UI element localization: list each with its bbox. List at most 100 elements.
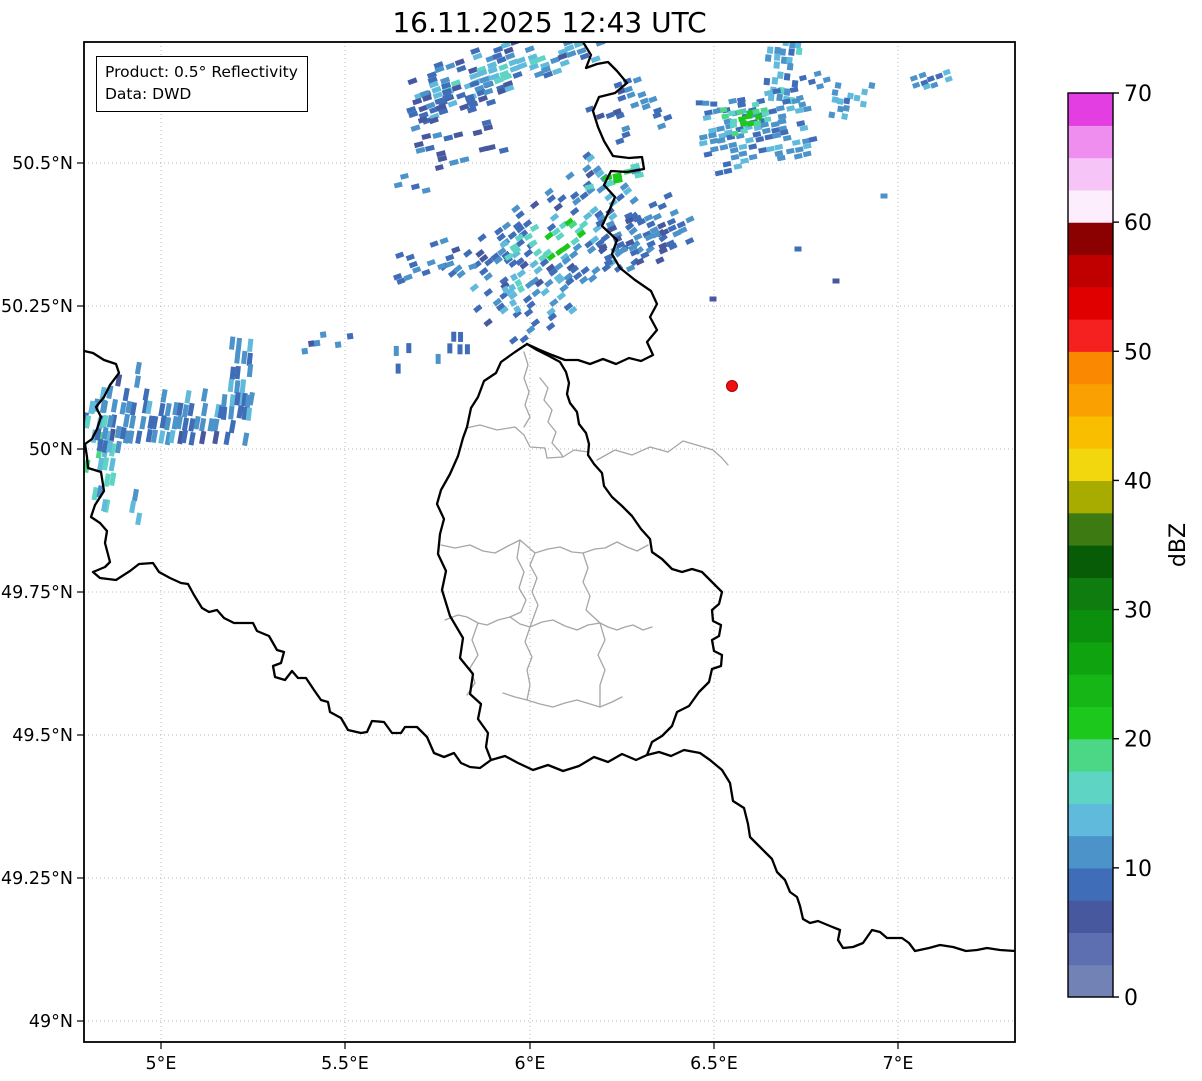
radar-echo-bin	[242, 432, 249, 446]
radar-echo-bin	[435, 164, 444, 171]
radar-echo-bin	[189, 432, 196, 446]
colorbar-ticks: 010203040506070	[1113, 82, 1152, 1011]
radar-echo-bin	[484, 288, 493, 297]
radar-echo-bin	[449, 159, 459, 166]
radar-echo-bin	[633, 76, 642, 83]
radar-echo-bin	[560, 59, 570, 67]
colorbar-segment	[1068, 190, 1113, 223]
radar-echo-bin	[109, 458, 116, 472]
radar-echo-bin	[559, 284, 568, 293]
radar-echo-bin	[320, 331, 327, 338]
radar-echo-bin	[550, 213, 559, 222]
radar-echo-bin	[837, 106, 844, 113]
radar-echo-bin	[633, 233, 642, 241]
radar-echo-bin	[799, 75, 807, 82]
colorbar-segment	[1068, 125, 1113, 158]
y-tick-label: 49°N	[29, 1012, 73, 1032]
radar-echo-bin	[406, 343, 411, 353]
radar-echo-bin	[748, 143, 757, 150]
radar-echo-bin	[772, 77, 779, 85]
radar-echo-bin	[483, 318, 492, 327]
colorbar-segment	[1068, 448, 1113, 481]
colorbar-segment	[1068, 965, 1113, 998]
colorbar-tick-label: 60	[1124, 211, 1152, 236]
radar-echo-bin	[430, 240, 439, 247]
radar-echo-bin	[421, 269, 430, 276]
radar-echo-bin	[463, 249, 472, 258]
radar-echo-bin	[165, 403, 172, 417]
radar-echo-bin	[868, 82, 875, 89]
radar-echo-bin	[945, 76, 953, 83]
radar-echo-bin	[696, 100, 703, 105]
radar-map-figure: 5°E5.5°E6°E6.5°E7°E50.5°N50.25°N50°N49.7…	[0, 0, 1202, 1081]
radar-echo-bin	[648, 201, 657, 209]
radar-echo-bin	[451, 332, 456, 342]
colorbar-segment	[1068, 771, 1113, 804]
radar-echo-bin	[755, 136, 764, 143]
radar-echo-bin	[723, 168, 732, 175]
radar-echo-bin	[404, 274, 413, 281]
radar-echo-bin	[477, 233, 486, 242]
radar-echo-bin	[658, 202, 667, 210]
radar-echo-bin	[783, 135, 792, 142]
radar-echo-bin	[764, 78, 771, 86]
colorbar	[1068, 93, 1113, 998]
radar-echo-bin	[881, 194, 888, 199]
radar-echo-bin	[918, 72, 926, 79]
radar-echo-bin	[652, 112, 661, 119]
radar-echo-bin	[517, 269, 526, 278]
radar-echo-bin	[657, 123, 666, 130]
radar-echo-bin	[234, 380, 240, 393]
colorbar-axis-label: dBZ	[1166, 523, 1191, 567]
y-tick-label: 49.75°N	[1, 583, 73, 603]
radar-echo-bin	[421, 133, 431, 140]
radar-echo-bin	[803, 151, 812, 158]
colorbar-tick-label: 20	[1124, 728, 1152, 753]
colorbar-segment	[1068, 836, 1113, 869]
radar-echo-bin	[240, 379, 246, 392]
radar-echo-bin	[717, 137, 726, 144]
radar-echo-bin	[794, 153, 803, 160]
radar-echo-bin	[529, 260, 538, 269]
district-border	[503, 693, 622, 707]
radar-echo-bin	[445, 254, 454, 261]
radar-echo-bin	[629, 196, 638, 205]
radar-echo-bin	[123, 388, 130, 402]
radar-echo-bin	[703, 114, 712, 121]
district-border	[598, 623, 605, 707]
radar-echo-bin	[935, 72, 943, 79]
radar-echo-bin	[657, 222, 666, 230]
radar-echo-bin	[335, 341, 342, 348]
radar-echo-bin	[515, 210, 524, 219]
radar-echo-bin	[579, 191, 588, 200]
radar-echo-bin	[752, 131, 761, 138]
radar-echo-bin	[458, 332, 463, 342]
radar-echo-bin	[738, 144, 747, 151]
radar-echo-bin	[111, 399, 118, 413]
colorbar-segment	[1068, 577, 1113, 610]
radar-echo-bin	[531, 288, 540, 297]
radar-echo-bin	[139, 416, 146, 430]
radar-echo-bin	[644, 214, 653, 222]
radar-echo-bin	[409, 261, 418, 268]
country-border	[527, 42, 657, 364]
radar-echo-bin	[648, 96, 657, 103]
radar-echo-bin	[549, 298, 558, 307]
radar-echo-bin	[229, 336, 235, 349]
radar-echo-bin	[432, 132, 442, 139]
radar-echo-bin	[808, 79, 816, 86]
colorbar-segment	[1068, 706, 1113, 739]
radar-echo-bin	[617, 94, 626, 101]
radar-echo-bin	[685, 215, 694, 223]
radar-echo-bin	[716, 125, 725, 132]
radar-echo-bin	[765, 54, 772, 62]
radar-echo-bin	[771, 121, 780, 128]
radar-echo-bin	[115, 441, 122, 454]
radar-echo-bin	[160, 389, 167, 403]
radar-echo-bin	[828, 111, 835, 118]
radar-echo-bin	[530, 200, 539, 209]
colorbar-segment	[1068, 674, 1113, 707]
radar-echo-bin	[786, 148, 795, 155]
radar-echo-bin	[470, 283, 479, 292]
radar-echo-bin	[314, 340, 321, 347]
